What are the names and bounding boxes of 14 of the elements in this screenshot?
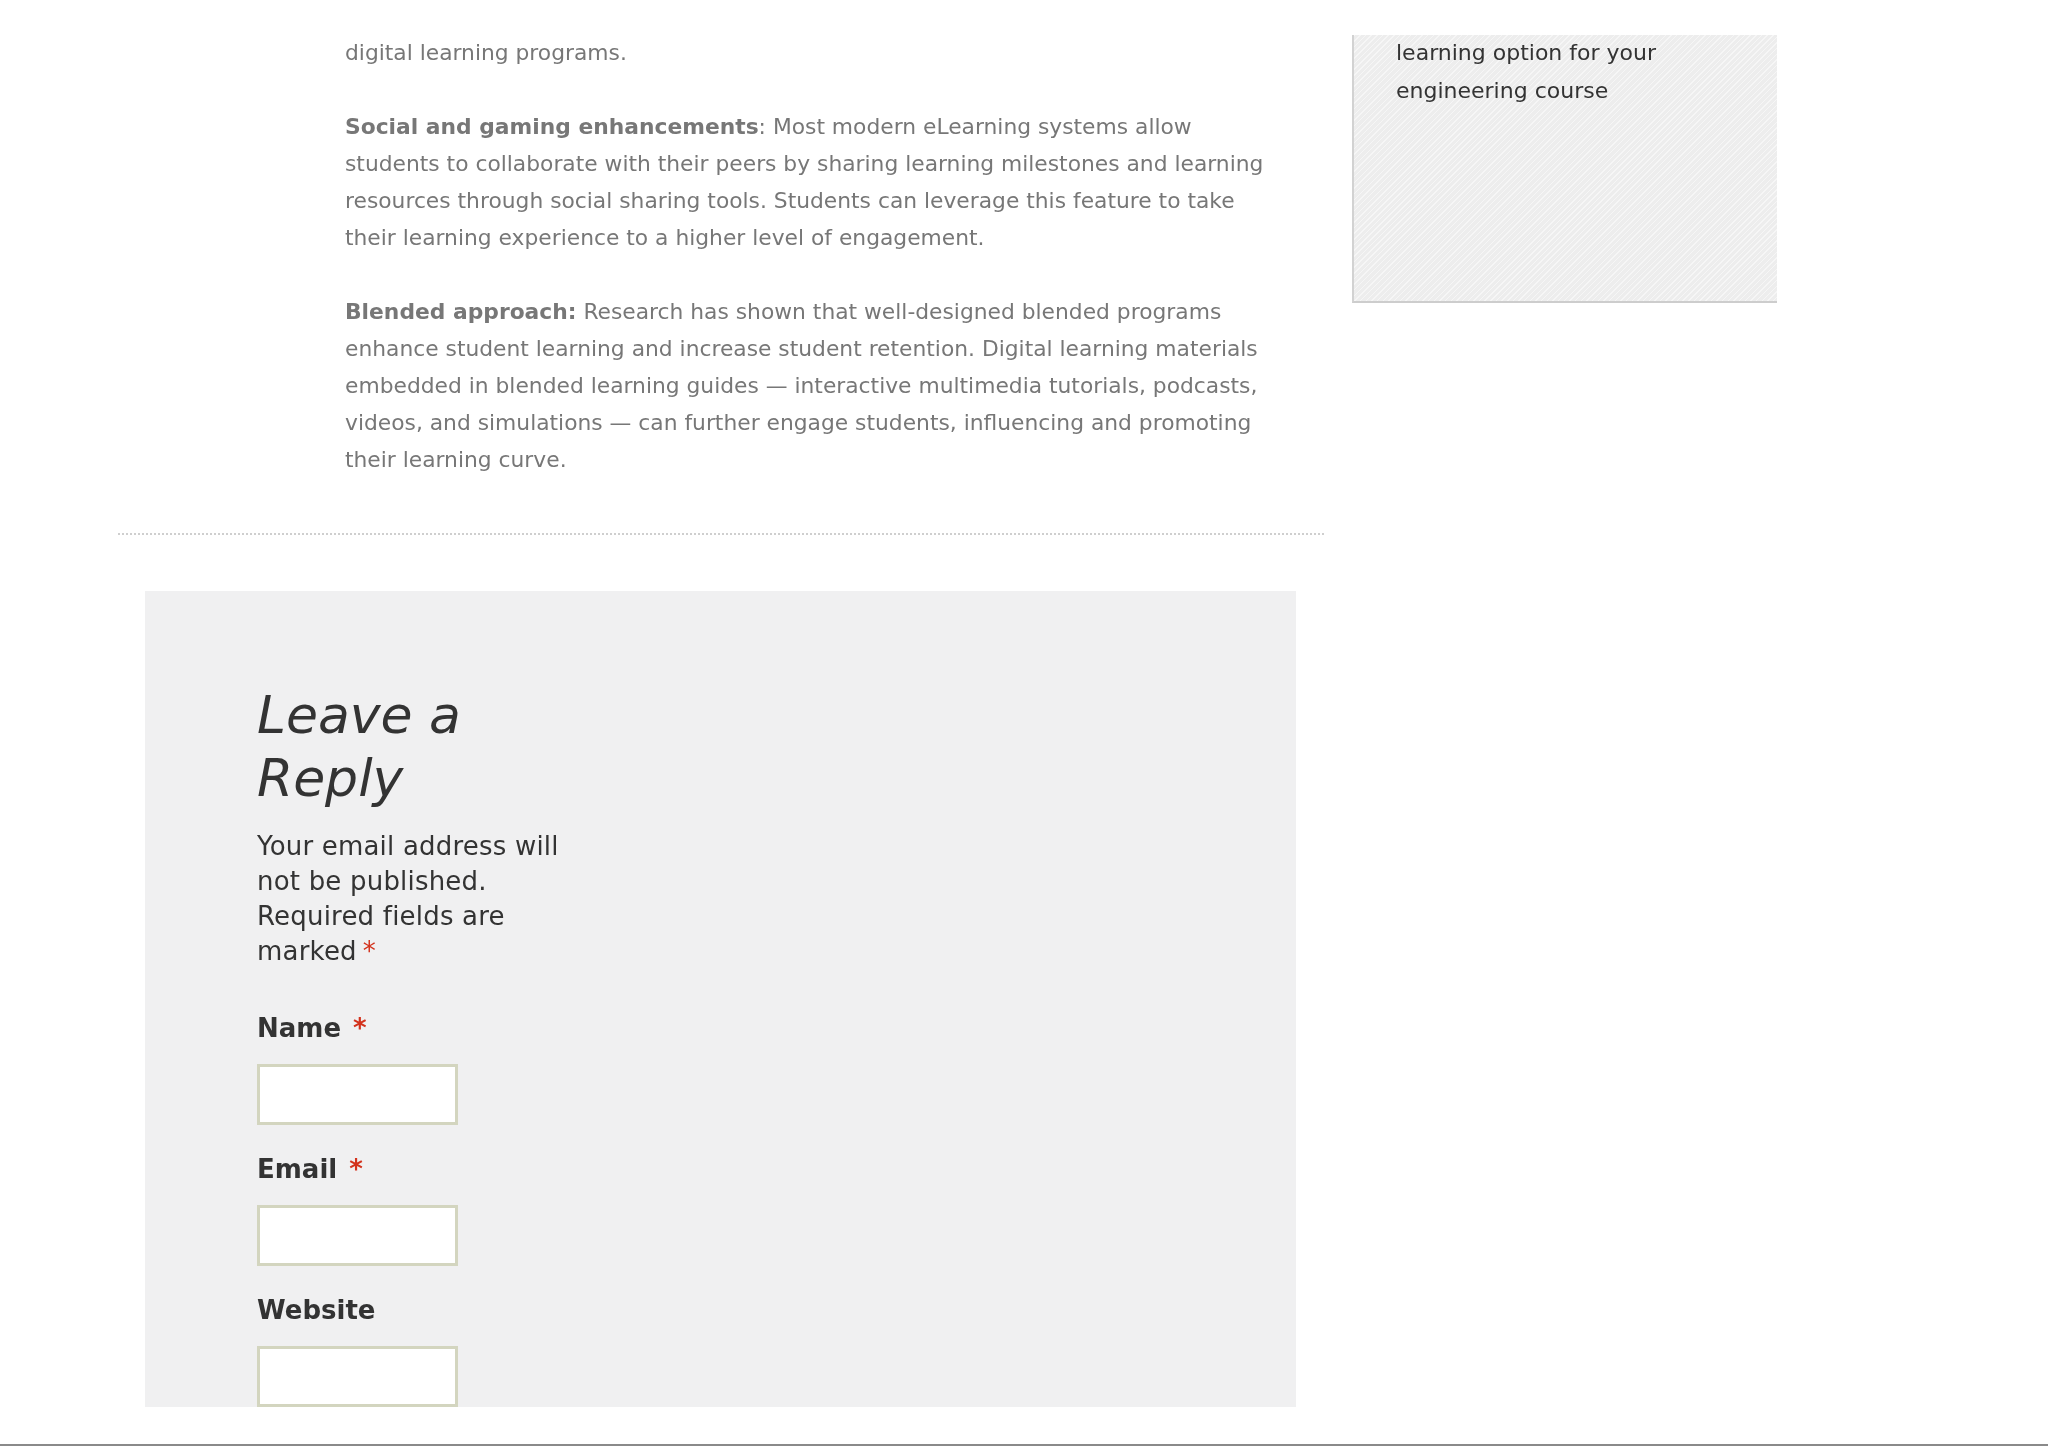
input-field[interactable]	[257, 1205, 458, 1266]
input-field[interactable]	[257, 1064, 458, 1125]
field-label: Email	[257, 1153, 338, 1186]
field-label: Name	[257, 1012, 342, 1045]
article-paragraph: digital learning programs.	[345, 39, 628, 67]
field-label: Website	[257, 1294, 376, 1327]
article-paragraph: Social and gaming enhancements: Most modern eLearning systems allow students to collaborate with their peers by sharing learning milestones and learning resources through social sharing tools. Students can leverage this feature to take their learning experience to a higher level of engagement.	[345, 113, 1265, 252]
required-asterisk: *	[349, 1153, 363, 1186]
notice-text: Your email address will not be published. Required fields are marked *	[257, 830, 560, 968]
article-paragraph: Blended approach: Research has shown that well-designed blended programs enhance student learning and increase student retention. Digital learning materials embedded in blended learning guides — interactive multimedia tutorials, podcasts, videos, and simulations — can further engage students, influencing and promoting their learning curve.	[345, 298, 1259, 474]
required-asterisk: *	[353, 1012, 367, 1045]
sidebar-text: learning option for your engineering course	[1396, 39, 1657, 105]
input-field[interactable]	[257, 1346, 458, 1407]
reply-heading: Leave a Reply	[257, 684, 462, 810]
